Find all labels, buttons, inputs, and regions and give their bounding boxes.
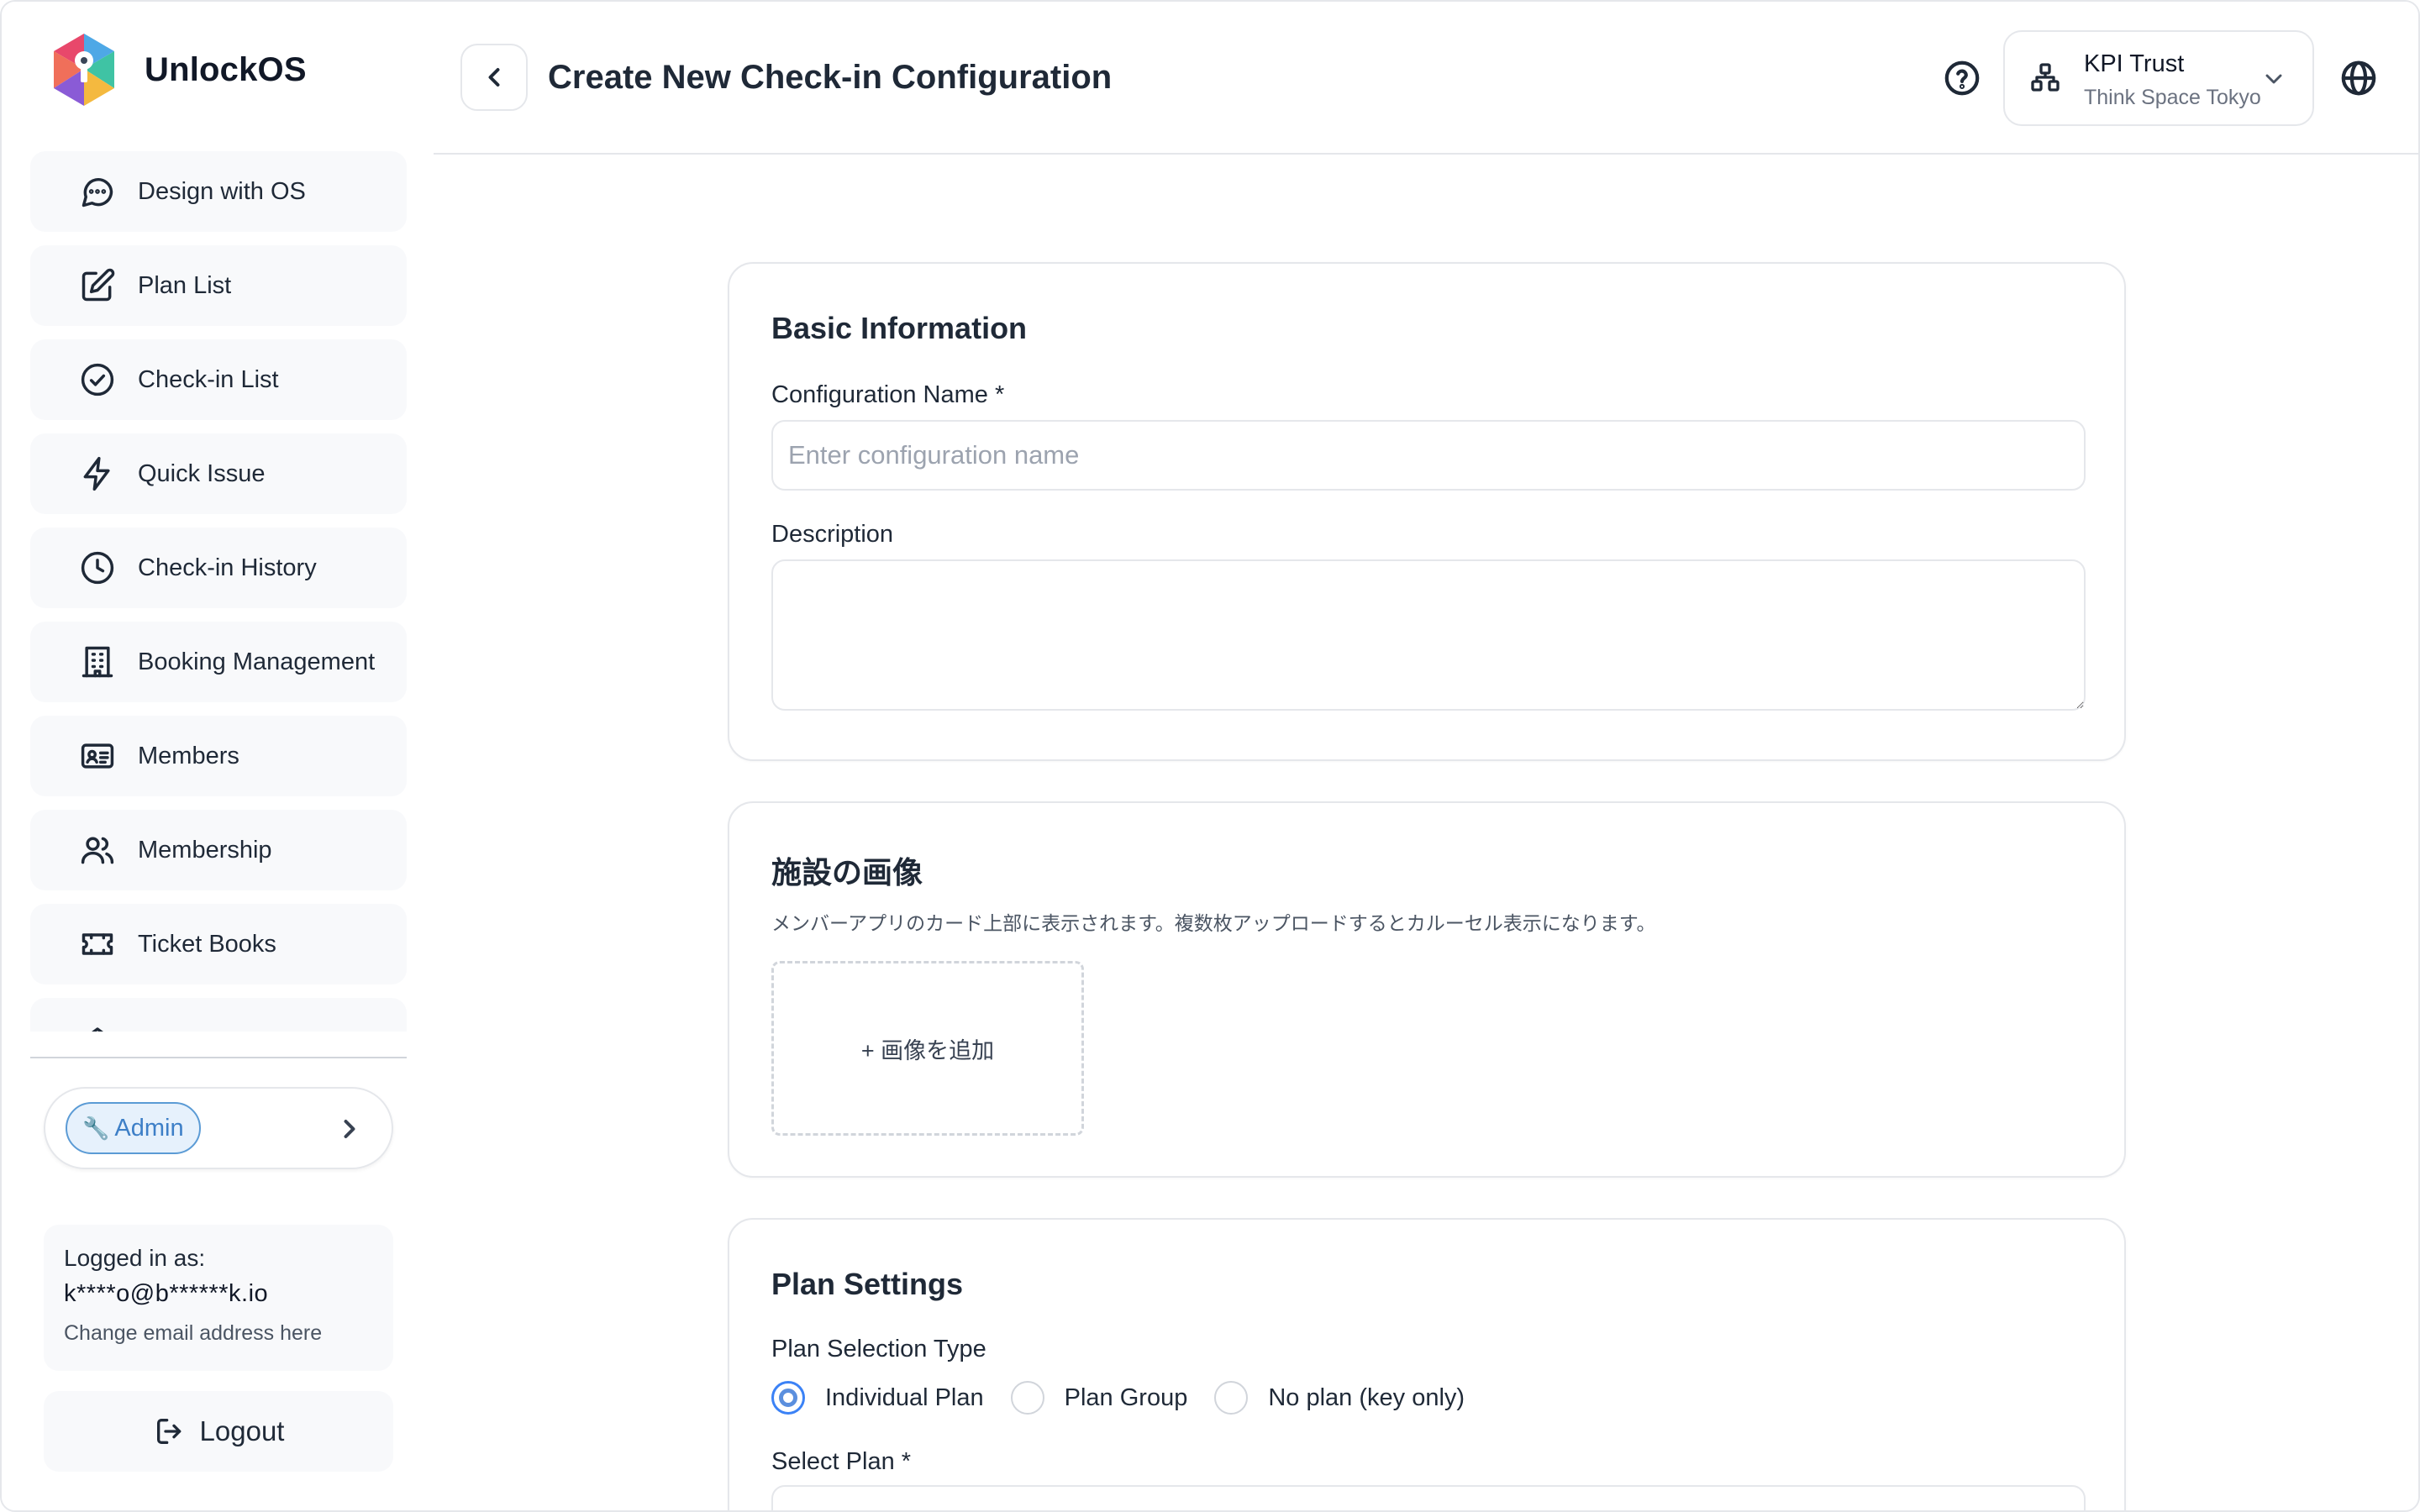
id-card-icon <box>79 738 116 774</box>
chevron-down-icon <box>2260 66 2287 92</box>
chat-bubble-icon <box>79 173 116 210</box>
login-info: Logged in as: k****o@b******k.io Change … <box>44 1225 393 1371</box>
logout-icon <box>156 1419 181 1444</box>
org-name: KPI Trust <box>2084 50 2185 77</box>
facility-images-card: 施設の画像 メンバーアプリのカード上部に表示されます。複数枚アップロードするとカ… <box>728 801 2126 1178</box>
plan-selection-type-group: Individual Plan Plan Group No plan (key … <box>771 1381 1491 1415</box>
sidebar-item-booking-management[interactable]: Booking Management <box>30 622 407 702</box>
basic-information-card: Basic Information Configuration Name * D… <box>728 262 2126 761</box>
sidebar-item-label: Check-in List <box>138 365 279 393</box>
org-location: Think Space Tokyo <box>2084 86 2261 109</box>
partial-icon <box>79 1020 116 1032</box>
unlockos-logo-icon <box>54 34 114 106</box>
radio-circle <box>1010 1381 1044 1415</box>
description-label: Description <box>771 521 894 548</box>
sidebar-item-check-in-list[interactable]: Check-in List <box>30 339 407 420</box>
sidebar-divider <box>30 1057 407 1058</box>
select-plan-label: Select Plan * <box>771 1448 912 1475</box>
sidebar-item-plan-list[interactable]: Plan List <box>30 245 407 326</box>
facility-images-description: メンバーアプリのカード上部に表示されます。複数枚アップロードするとカルーセル表示… <box>771 912 1656 934</box>
org-hierarchy-icon <box>2028 60 2062 94</box>
sidebar-item-label: Booking Management <box>138 648 376 675</box>
sidebar-item-label: Plan List <box>138 271 232 299</box>
sidebar-item-label: Design with OS <box>138 177 306 205</box>
organization-switcher[interactable]: KPI Trust Think Space Tokyo <box>2003 30 2314 126</box>
facility-images-title: 施設の画像 <box>771 855 923 890</box>
logged-in-label: Logged in as: <box>64 1245 206 1271</box>
sidebar-item-quick-issue[interactable]: Quick Issue <box>30 433 407 514</box>
edit-icon <box>79 267 116 304</box>
sidebar-item-label: Membership <box>138 836 272 864</box>
page-title: Create New Check-in Configuration <box>548 59 1113 96</box>
radio-circle <box>771 1381 805 1415</box>
description-textarea[interactable] <box>771 559 2086 711</box>
page-header: Create New Check-in Configuration KPI Tr… <box>434 2 2418 155</box>
configuration-name-label: Configuration Name * <box>771 381 1005 408</box>
sidebar-item-label: Check-in History <box>138 554 317 581</box>
sidebar-item-members[interactable]: Members <box>30 716 407 796</box>
radio-individual-plan[interactable]: Individual Plan <box>771 1381 984 1415</box>
back-button[interactable] <box>460 44 528 111</box>
configuration-name-input[interactable] <box>771 420 2086 491</box>
plan-settings-card: Plan Settings Plan Selection Type Indivi… <box>728 1218 2126 1510</box>
sidebar-item-check-in-history[interactable]: Check-in History <box>30 528 407 608</box>
brand[interactable]: UnlockOS <box>49 32 307 108</box>
radio-label: No plan (key only) <box>1268 1383 1465 1411</box>
building-icon <box>79 643 116 680</box>
radio-label: Plan Group <box>1064 1383 1188 1411</box>
sidebar-item-label: Ticket Books <box>138 930 276 958</box>
sidebar-item-label: Members <box>138 742 239 769</box>
chevron-left-icon <box>488 68 500 87</box>
chevron-right-icon <box>334 1114 365 1144</box>
sidebar-nav: Design with OS Plan List Check-in List Q… <box>30 151 407 1032</box>
wrench-icon: 🔧 <box>82 1115 110 1141</box>
check-circle-icon <box>79 361 116 398</box>
ticket-icon <box>79 926 116 963</box>
sidebar-item-design-with-os[interactable]: Design with OS <box>30 151 407 232</box>
sidebar-item-partial[interactable] <box>30 998 407 1032</box>
sidebar: UnlockOS Design with OS Plan List Check-… <box>2 2 434 1510</box>
sidebar-item-membership[interactable]: Membership <box>30 810 407 890</box>
radio-label: Individual Plan <box>825 1383 984 1411</box>
radio-plan-group[interactable]: Plan Group <box>1010 1381 1188 1415</box>
admin-label: Admin <box>114 1114 184 1142</box>
logged-in-email: k****o@b******k.io <box>64 1280 269 1307</box>
plan-settings-title: Plan Settings <box>771 1267 964 1301</box>
basic-information-title: Basic Information <box>771 311 1028 345</box>
globe-icon[interactable] <box>2339 59 2378 97</box>
change-email-link[interactable]: Change email address here <box>64 1321 373 1346</box>
radio-no-plan[interactable]: No plan (key only) <box>1214 1381 1465 1415</box>
help-icon[interactable] <box>1943 59 1981 97</box>
plan-selection-type-label: Plan Selection Type <box>771 1336 986 1362</box>
lightning-icon <box>79 455 116 492</box>
add-image-button[interactable]: + 画像を追加 <box>771 961 1084 1136</box>
radio-circle <box>1214 1381 1249 1415</box>
logout-label: Logout <box>199 1415 285 1446</box>
sidebar-item-label: Quick Issue <box>138 459 266 487</box>
clock-icon <box>79 549 116 586</box>
admin-switch[interactable]: 🔧 Admin <box>44 1087 393 1169</box>
app-name: UnlockOS <box>145 50 307 88</box>
admin-badge: 🔧 Admin <box>66 1102 201 1154</box>
app-window: UnlockOS Design with OS Plan List Check-… <box>0 0 2420 1512</box>
sidebar-item-ticket-books[interactable]: Ticket Books <box>30 904 407 984</box>
select-plan-dropdown[interactable]: Select Plan <box>771 1485 2086 1510</box>
users-icon <box>79 832 116 869</box>
logout-button[interactable]: Logout <box>44 1391 393 1472</box>
